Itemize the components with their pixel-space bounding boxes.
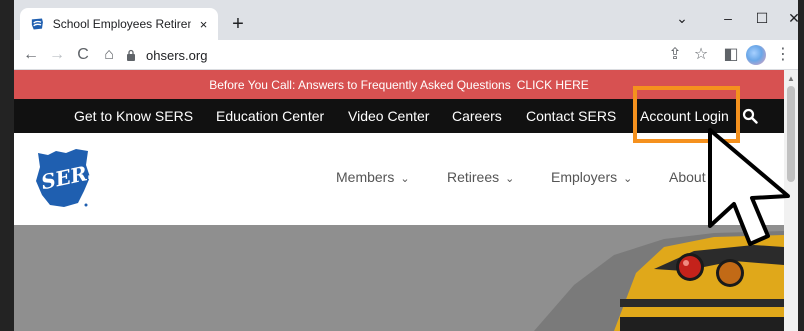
minimize-button[interactable]: – bbox=[710, 6, 746, 30]
close-window-button[interactable]: ✕ bbox=[776, 6, 804, 30]
browser-toolbar: ← → C ⌂ ohsers.org ⇪ ☆ ◧ ⋮ bbox=[14, 40, 798, 70]
tab-close-icon[interactable]: × bbox=[197, 17, 210, 32]
sers-logo[interactable]: SERS bbox=[34, 147, 92, 209]
browser-tab[interactable]: School Employees Retirement Sy × bbox=[20, 8, 218, 40]
home-button[interactable]: ⌂ bbox=[98, 44, 120, 66]
share-icon[interactable]: ⇪ bbox=[664, 44, 686, 66]
search-icon[interactable] bbox=[742, 108, 758, 124]
reload-button[interactable]: C bbox=[72, 44, 94, 66]
menu-employers-label: Employers bbox=[551, 169, 618, 185]
side-panel-icon[interactable]: ◧ bbox=[720, 44, 742, 66]
bookmark-star-icon[interactable]: ☆ bbox=[690, 44, 712, 66]
alert-click-here-link[interactable]: CLICK HERE bbox=[517, 78, 589, 92]
menu-members[interactable]: Members ⌄ bbox=[336, 169, 410, 185]
web-page: Before You Call: Answers to Frequently A… bbox=[14, 70, 784, 331]
tab-title: School Employees Retirement Sy bbox=[52, 17, 191, 31]
school-bus-image bbox=[14, 225, 784, 331]
nav-careers[interactable]: Careers bbox=[452, 99, 502, 133]
alert-text: Before You Call: Answers to Frequently A… bbox=[209, 77, 511, 92]
forward-button[interactable]: → bbox=[46, 44, 68, 66]
arrow-cursor-icon bbox=[708, 128, 790, 246]
chevron-down-icon: ⌄ bbox=[623, 173, 633, 185]
window-frame-left bbox=[0, 0, 14, 331]
nav-video-center[interactable]: Video Center bbox=[348, 99, 429, 133]
address-bar[interactable]: ohsers.org bbox=[126, 43, 726, 67]
browser-menu-icon[interactable]: ⋮ bbox=[772, 44, 794, 66]
hero-banner bbox=[14, 225, 784, 331]
lock-icon bbox=[127, 49, 135, 61]
menu-retirees[interactable]: Retirees ⌄ bbox=[447, 169, 514, 185]
nav-education-center[interactable]: Education Center bbox=[216, 99, 324, 133]
nav-get-to-know-sers[interactable]: Get to Know SERS bbox=[74, 99, 193, 133]
scroll-up-arrow-icon[interactable]: ▲ bbox=[787, 74, 795, 83]
main-navigation: SERS Members ⌄ Retirees ⌄ Employers ⌄ About… bbox=[14, 133, 784, 225]
sers-favicon-icon bbox=[31, 18, 43, 30]
browser-tab-strip: School Employees Retirement Sy × + ⌄ – ☐… bbox=[14, 0, 800, 40]
back-button[interactable]: ← bbox=[20, 44, 42, 66]
menu-retirees-label: Retirees bbox=[447, 169, 500, 185]
chevron-down-icon: ⌄ bbox=[505, 173, 515, 185]
menu-employers[interactable]: Employers ⌄ bbox=[551, 169, 632, 185]
menu-members-label: Members bbox=[336, 169, 395, 185]
tab-search-chevron-icon[interactable]: ⌄ bbox=[664, 6, 700, 30]
nav-contact-sers[interactable]: Contact SERS bbox=[526, 99, 616, 133]
chevron-down-icon: ⌄ bbox=[400, 173, 410, 185]
maximize-button[interactable]: ☐ bbox=[744, 6, 780, 30]
new-tab-button[interactable]: + bbox=[226, 12, 250, 36]
profile-avatar[interactable] bbox=[746, 45, 766, 65]
url-text: ohsers.org bbox=[146, 47, 208, 63]
